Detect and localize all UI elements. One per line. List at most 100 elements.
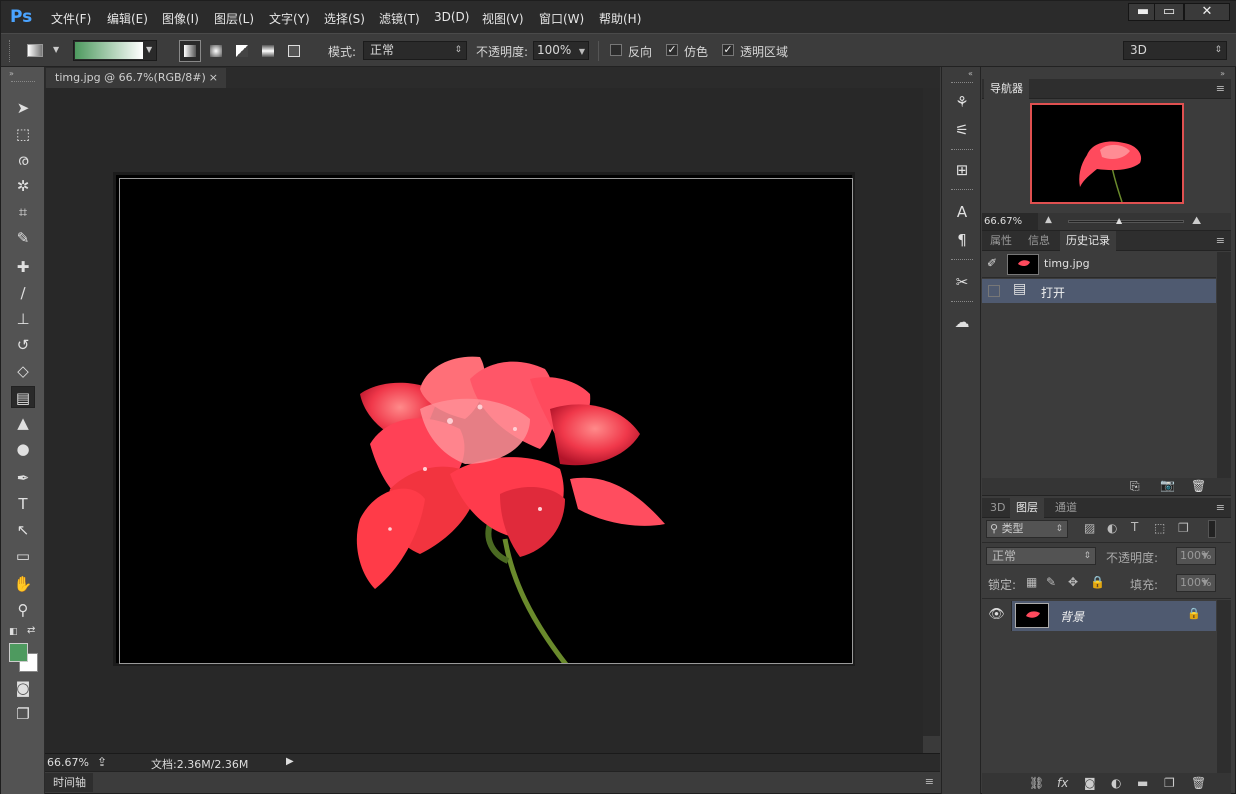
menu-edit[interactable]: 编辑(E) bbox=[107, 10, 148, 27]
workspace-select[interactable]: 3D ⇕ bbox=[1123, 41, 1227, 60]
panel-menu-icon[interactable]: ≡ bbox=[925, 775, 934, 788]
menu-filter[interactable]: 滤镜(T) bbox=[379, 10, 420, 27]
path-selection-tool-icon[interactable]: ↖ bbox=[11, 519, 35, 541]
panel-menu-icon[interactable]: ≡ bbox=[1216, 82, 1225, 95]
history-brush-source-icon[interactable]: ✐ bbox=[987, 256, 997, 270]
history-brush-tool-icon[interactable]: ↺ bbox=[11, 334, 35, 356]
brush-settings-icon[interactable]: ⚟ bbox=[951, 119, 973, 141]
swap-colors-icon[interactable]: ⇄ bbox=[27, 625, 35, 636]
clone-source-icon[interactable]: ⊞ bbox=[951, 159, 973, 181]
fx-icon[interactable]: fx bbox=[1057, 776, 1068, 790]
navigator-preview[interactable] bbox=[1030, 103, 1184, 204]
dither-checkbox[interactable]: ✓ bbox=[666, 44, 678, 56]
healing-brush-tool-icon[interactable]: ✚ bbox=[11, 256, 35, 278]
close-button[interactable]: ✕ bbox=[1184, 3, 1230, 21]
zoom-level[interactable]: 66.67% bbox=[47, 756, 89, 769]
timeline-tab[interactable]: 时间轴 bbox=[45, 773, 93, 792]
menu-3d[interactable]: 3D(D) bbox=[434, 10, 469, 24]
strip-grip[interactable] bbox=[951, 189, 973, 190]
lock-position-icon[interactable]: ✥ bbox=[1068, 575, 1078, 589]
document-tab[interactable]: timg.jpg @ 66.7%(RGB/8#) × bbox=[46, 68, 226, 88]
tab-info[interactable]: 信息 bbox=[1022, 231, 1056, 251]
tab-layers[interactable]: 图层 bbox=[1010, 498, 1044, 518]
clone-stamp-tool-icon[interactable]: ⊥ bbox=[11, 308, 35, 330]
filter-type-icon[interactable]: T bbox=[1131, 520, 1138, 534]
filter-adjustment-icon[interactable]: ◐ bbox=[1107, 521, 1117, 535]
strip-grip[interactable] bbox=[951, 82, 973, 83]
canvas-area[interactable] bbox=[45, 88, 923, 753]
menu-help[interactable]: 帮助(H) bbox=[599, 10, 641, 27]
menu-image[interactable]: 图像(I) bbox=[162, 10, 199, 27]
collapse-icon[interactable]: » bbox=[1220, 69, 1225, 78]
tab-3d[interactable]: 3D bbox=[984, 498, 1011, 518]
reverse-checkbox[interactable] bbox=[610, 44, 622, 56]
lock-all-icon[interactable]: 🔒 bbox=[1090, 575, 1105, 589]
strip-grip[interactable] bbox=[951, 259, 973, 260]
panel-menu-icon[interactable]: ≡ bbox=[1216, 501, 1225, 514]
zoom-slider-thumb[interactable]: ▲ bbox=[1116, 216, 1122, 225]
angle-gradient-button[interactable] bbox=[231, 40, 253, 62]
foreground-color-swatch[interactable] bbox=[9, 643, 28, 662]
marquee-tool-icon[interactable]: ⬚ bbox=[11, 123, 35, 145]
default-colors-icon[interactable]: ◧ bbox=[9, 627, 18, 637]
camera-icon[interactable]: 📷 bbox=[1160, 478, 1175, 492]
zoom-slider[interactable] bbox=[1068, 220, 1184, 223]
lock-transparency-icon[interactable]: ▦ bbox=[1026, 575, 1037, 589]
add-mask-icon[interactable]: ◙ bbox=[1084, 776, 1096, 790]
zoom-tool-icon[interactable]: ⚲ bbox=[11, 599, 35, 621]
share-icon[interactable]: ⇪ bbox=[97, 755, 107, 769]
maximize-button[interactable]: ▭ bbox=[1154, 3, 1184, 21]
options-grip[interactable] bbox=[9, 40, 12, 62]
new-layer-icon[interactable]: ❐ bbox=[1164, 776, 1175, 790]
menu-layer[interactable]: 图层(L) bbox=[214, 10, 254, 27]
mode-select[interactable]: 正常 ⇕ bbox=[363, 41, 467, 60]
move-tool-icon[interactable]: ➤ bbox=[11, 97, 35, 119]
rectangle-tool-icon[interactable]: ▭ bbox=[11, 545, 35, 567]
chevron-down-icon[interactable]: ▼ bbox=[1202, 578, 1208, 587]
lasso-tool-icon[interactable]: ര bbox=[11, 149, 35, 171]
eraser-tool-icon[interactable]: ◇ bbox=[11, 360, 35, 382]
menu-view[interactable]: 视图(V) bbox=[482, 10, 524, 27]
tool-preset-picker[interactable]: ▼ bbox=[23, 40, 63, 62]
history-scrollbar[interactable] bbox=[1217, 252, 1231, 478]
layer-name[interactable]: 背景 bbox=[1060, 608, 1084, 625]
new-group-icon[interactable]: ▬ bbox=[1137, 776, 1148, 790]
brush-tool-icon[interactable]: ∕ bbox=[11, 282, 35, 304]
blur-tool-icon[interactable]: ▲ bbox=[11, 412, 35, 434]
quick-mask-icon[interactable]: ◙ bbox=[11, 677, 35, 699]
dodge-tool-icon[interactable]: ● bbox=[11, 438, 35, 460]
radial-gradient-button[interactable] bbox=[205, 40, 227, 62]
layer-opacity-input[interactable]: 100% bbox=[1176, 547, 1216, 565]
navigator-zoom-input[interactable]: 66.67% bbox=[982, 213, 1038, 230]
lock-image-icon[interactable]: ✎ bbox=[1046, 575, 1056, 589]
layer-row[interactable]: 👁 背景 🔒 bbox=[982, 601, 1216, 631]
gradient-tool-icon[interactable]: ▤ bbox=[11, 386, 35, 408]
screen-mode-icon[interactable]: ❐ bbox=[11, 703, 35, 725]
zoom-out-icon[interactable]: ▲ bbox=[1045, 215, 1052, 225]
blend-mode-select[interactable]: 正常 ⇕ bbox=[986, 547, 1096, 565]
layer-filter-select[interactable]: ⚲ 类型 ⇕ bbox=[986, 520, 1068, 538]
history-snapshot[interactable]: ✐ timg.jpg bbox=[982, 252, 1216, 278]
close-tab-icon[interactable]: × bbox=[209, 68, 218, 88]
reflected-gradient-button[interactable] bbox=[257, 40, 279, 62]
zoom-in-icon[interactable]: ⛰ bbox=[1192, 214, 1201, 228]
character-icon[interactable]: A bbox=[951, 201, 973, 223]
crop-tool-icon[interactable]: ⌗ bbox=[11, 201, 35, 223]
brush-preset-icon[interactable]: ⚘ bbox=[951, 91, 973, 113]
status-menu-arrow-icon[interactable]: ▶ bbox=[286, 756, 294, 767]
chevron-down-icon[interactable]: ▼ bbox=[1202, 551, 1208, 560]
toolbar-grip[interactable] bbox=[11, 81, 35, 85]
trash-icon[interactable]: 🗑 bbox=[1191, 479, 1206, 493]
panel-menu-icon[interactable]: ≡ bbox=[1216, 234, 1225, 247]
diamond-gradient-button[interactable] bbox=[283, 40, 305, 62]
history-state-open[interactable]: ▤ 打开 bbox=[982, 279, 1216, 303]
gradient-picker[interactable]: ▼ bbox=[73, 40, 157, 61]
filter-shape-icon[interactable]: ⬚ bbox=[1154, 521, 1165, 535]
filter-toggle[interactable] bbox=[1208, 520, 1216, 538]
eye-icon[interactable]: 👁 bbox=[982, 601, 1012, 631]
adjustment-layer-icon[interactable]: ◐ bbox=[1111, 776, 1121, 790]
transparency-checkbox[interactable]: ✓ bbox=[722, 44, 734, 56]
menu-type[interactable]: 文字(Y) bbox=[269, 10, 310, 27]
delete-layer-icon[interactable]: 🗑 bbox=[1191, 776, 1206, 790]
document-canvas[interactable] bbox=[113, 172, 855, 669]
